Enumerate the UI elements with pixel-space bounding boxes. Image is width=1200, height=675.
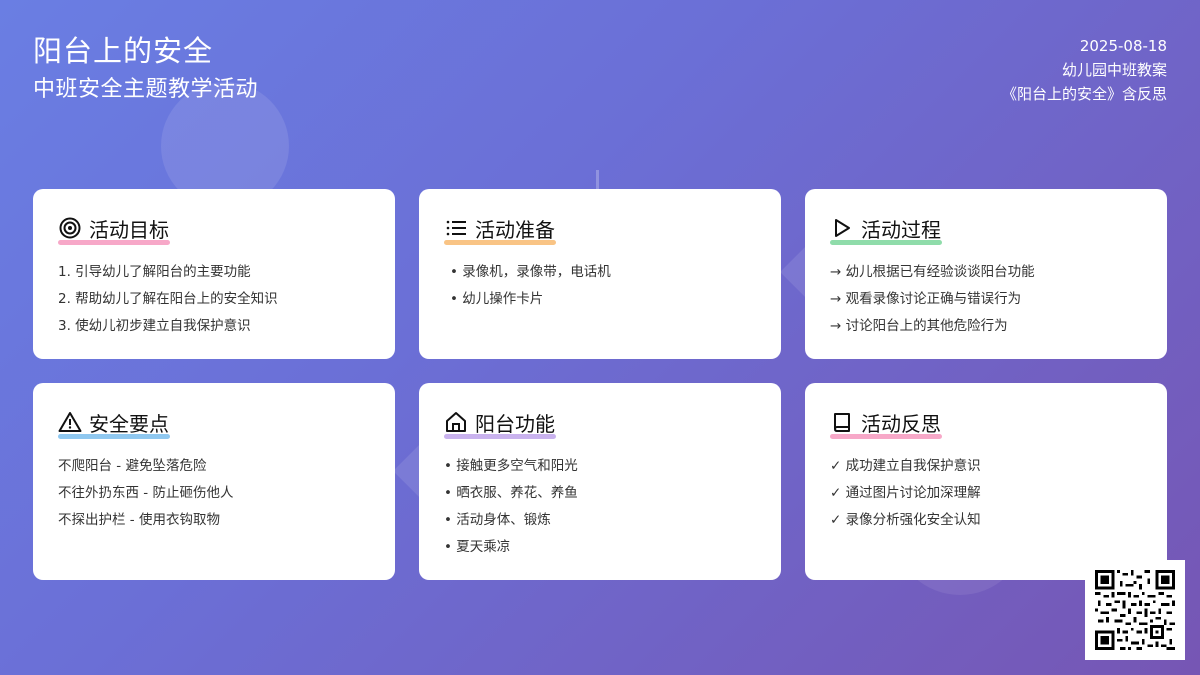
list-item: • 幼儿操作卡片 (450, 291, 544, 307)
target-icon (58, 216, 82, 240)
list-item: 2. 帮助幼儿了解在阳台上的安全知识 (58, 291, 278, 307)
list-icon (444, 216, 468, 240)
header: 阳台上的安全 中班安全主题教学活动 (33, 32, 258, 105)
card-title: 阳台功能 (475, 411, 555, 436)
item-list: 1. 引导幼儿了解阳台的主要功能 2. 帮助幼儿了解在阳台上的安全知识 3. 使… (58, 259, 371, 340)
card-title: 活动反思 (861, 411, 941, 436)
list-item: ✓ 通过图片讨论加深理解 (830, 485, 981, 501)
list-item: 不爬阳台 - 避免坠落危险 (58, 458, 207, 474)
list-item: • 录像机，录像带，电话机 (450, 264, 611, 280)
card-header: 安全要点 (58, 407, 371, 439)
page-title: 阳台上的安全 (33, 34, 214, 68)
card-title: 活动过程 (861, 217, 941, 242)
meta-line: 《阳台上的安全》含反思 (1001, 85, 1167, 103)
list-item: → 观看录像讨论正确与错误行为 (830, 291, 1022, 307)
list-item: 1. 引导幼儿了解阳台的主要功能 (58, 264, 251, 280)
item-list: • 录像机，录像带，电话机 • 幼儿操作卡片 (444, 259, 757, 313)
list-item: ✓ 成功建立自我保护意识 (830, 458, 981, 474)
list-item: ✓ 录像分析强化安全认知 (830, 512, 981, 528)
card-title: 活动目标 (89, 217, 169, 242)
card-balcony-functions: 阳台功能 • 接触更多空气和阳光 • 晒衣服、养花、养鱼 • 活动身体、锻炼 •… (419, 383, 781, 580)
play-icon (830, 216, 854, 240)
card-goals: 活动目标 1. 引导幼儿了解阳台的主要功能 2. 帮助幼儿了解在阳台上的安全知识… (33, 189, 395, 359)
card-header: 活动反思 (830, 407, 1143, 439)
book-icon (830, 410, 854, 434)
list-item: → 讨论阳台上的其他危险行为 (830, 318, 1008, 334)
date-label: 2025-08-18 (1079, 37, 1167, 55)
card-header: 活动过程 (830, 213, 1143, 245)
card-preparation: 活动准备 • 录像机，录像带，电话机 • 幼儿操作卡片 (419, 189, 781, 359)
card-title: 活动准备 (475, 217, 555, 242)
list-item: 不往外扔东西 - 防止砸伤他人 (58, 485, 234, 501)
decorative-line (596, 170, 599, 190)
warning-icon (58, 410, 82, 434)
item-list: • 接触更多空气和阳光 • 晒衣服、养花、养鱼 • 活动身体、锻炼 • 夏天乘凉 (444, 453, 757, 561)
qr-code-image (1095, 570, 1175, 650)
list-item: • 接触更多空气和阳光 (444, 458, 578, 474)
list-item: • 晒衣服、养花、养鱼 (444, 485, 578, 501)
list-item: → 幼儿根据已有经验谈谈阳台功能 (830, 264, 1035, 280)
home-icon (444, 410, 468, 434)
item-list: ✓ 成功建立自我保护意识 ✓ 通过图片讨论加深理解 ✓ 录像分析强化安全认知 (830, 453, 1143, 534)
card-reflection: 活动反思 ✓ 成功建立自我保护意识 ✓ 通过图片讨论加深理解 ✓ 录像分析强化安… (805, 383, 1167, 580)
card-header: 活动目标 (58, 213, 371, 245)
card-process: 活动过程 → 幼儿根据已有经验谈谈阳台功能 → 观看录像讨论正确与错误行为 → … (805, 189, 1167, 359)
item-list: → 幼儿根据已有经验谈谈阳台功能 → 观看录像讨论正确与错误行为 → 讨论阳台上… (830, 259, 1143, 340)
header-meta: 2025-08-18 幼儿园中班教案 《阳台上的安全》含反思 (1002, 34, 1167, 106)
card-title: 安全要点 (89, 411, 169, 436)
list-item: 3. 使幼儿初步建立自我保护意识 (58, 318, 251, 334)
card-header: 阳台功能 (444, 407, 757, 439)
card-safety-points: 安全要点 不爬阳台 - 避免坠落危险 不往外扔东西 - 防止砸伤他人 不探出护栏… (33, 383, 395, 580)
list-item: 不探出护栏 - 使用衣钩取物 (58, 512, 220, 528)
item-list: 不爬阳台 - 避免坠落危险 不往外扔东西 - 防止砸伤他人 不探出护栏 - 使用… (58, 453, 371, 534)
meta-line: 幼儿园中班教案 (1061, 61, 1167, 79)
list-item: • 活动身体、锻炼 (444, 512, 551, 528)
list-item: • 夏天乘凉 (444, 539, 511, 555)
card-header: 活动准备 (444, 213, 757, 245)
qr-code (1085, 560, 1185, 660)
page-subtitle: 中班安全主题教学活动 (33, 77, 259, 102)
